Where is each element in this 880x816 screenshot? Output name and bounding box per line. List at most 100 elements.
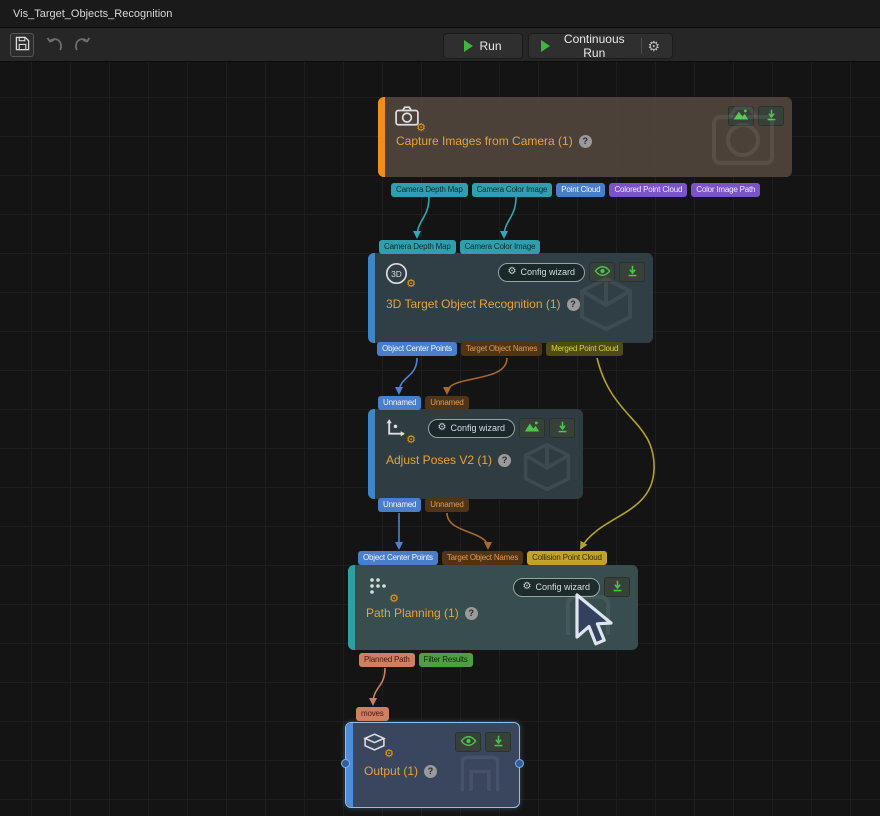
node-accent-stripe xyxy=(368,409,375,499)
gear-badge-icon: ⚙ xyxy=(406,279,416,290)
port-camera-color-image[interactable]: Camera Color Image xyxy=(472,183,553,197)
continuous-run-settings-icon[interactable]: ⚙ xyxy=(647,39,660,53)
port-merged-point-cloud[interactable]: Merged Point Cloud xyxy=(546,342,623,356)
download-button[interactable] xyxy=(758,106,784,126)
node-left-handle[interactable] xyxy=(341,759,350,768)
port-filter-results[interactable]: Filter Results xyxy=(419,653,473,667)
config-wizard-button[interactable]: ⚙ Config wizard xyxy=(428,419,516,438)
node-right-handle[interactable] xyxy=(515,759,524,768)
port-colored-point-cloud[interactable]: Colored Point Cloud xyxy=(609,183,687,197)
continuous-run-button[interactable]: Continuous Run ⚙ xyxy=(528,33,673,59)
node-output[interactable]: ⚙ Output (1) ? xyxy=(345,722,520,808)
node-title: Output (1) xyxy=(364,764,418,778)
recognition-input-ports: Camera Depth Map Camera Color Image xyxy=(379,240,540,254)
gear-badge-icon: ⚙ xyxy=(406,435,416,446)
download-icon xyxy=(492,734,505,751)
continuous-run-play-icon xyxy=(541,40,550,52)
port-object-center-points-in[interactable]: Object Center Points xyxy=(358,551,438,565)
config-wizard-button[interactable]: ⚙ Config wizard xyxy=(498,263,586,282)
config-wizard-label: Config wizard xyxy=(535,582,590,592)
config-wizard-label: Config wizard xyxy=(450,423,505,433)
node-accent-stripe xyxy=(348,565,355,650)
continuous-run-label: Continuous Run xyxy=(556,32,633,60)
window-title: Vis_Target_Objects_Recognition xyxy=(0,8,172,20)
mouse-cursor xyxy=(573,593,619,654)
port-unnamed-in-1[interactable]: Unnamed xyxy=(378,396,421,410)
port-collision-point-cloud-in[interactable]: Collision Point Cloud xyxy=(527,551,607,565)
wire-merged-point-cloud[interactable] xyxy=(581,358,654,548)
download-button[interactable] xyxy=(485,732,511,752)
wire-color-image[interactable] xyxy=(504,197,516,237)
port-point-cloud[interactable]: Point Cloud xyxy=(556,183,605,197)
config-gear-icon: ⚙ xyxy=(438,423,447,433)
gear-badge-icon: ⚙ xyxy=(389,594,399,605)
config-gear-icon: ⚙ xyxy=(508,267,517,277)
visibility-button[interactable] xyxy=(589,262,615,282)
port-unnamed-out-1[interactable]: Unnamed xyxy=(378,498,421,512)
port-target-object-names-in[interactable]: Target Object Names xyxy=(442,551,523,565)
gear-badge-icon: ⚙ xyxy=(384,749,394,760)
undo-button[interactable] xyxy=(42,33,66,57)
path-planning-output-ports: Planned Path Filter Results xyxy=(359,653,473,667)
port-object-center-points[interactable]: Object Center Points xyxy=(377,342,457,356)
port-planned-path[interactable]: Planned Path xyxy=(359,653,415,667)
node-graph-world: ⚙ Capture Images from Camera (1) ? xyxy=(0,0,880,816)
port-target-object-names[interactable]: Target Object Names xyxy=(461,342,542,356)
port-unnamed-in-2[interactable]: Unnamed xyxy=(425,396,468,410)
node-accent-stripe xyxy=(368,253,375,343)
port-unnamed-out-2[interactable]: Unnamed xyxy=(425,498,468,512)
help-badge[interactable]: ? xyxy=(465,607,478,620)
show-image-button[interactable] xyxy=(519,418,545,438)
node-title: Adjust Poses V2 (1) xyxy=(386,453,492,467)
camera-icon: ⚙ xyxy=(395,106,421,130)
save-icon xyxy=(15,36,30,54)
wire-center-points-1[interactable] xyxy=(399,358,417,393)
node-accent-stripe xyxy=(378,97,385,177)
run-button[interactable]: Run xyxy=(443,33,523,59)
output-box-icon: ⚙ xyxy=(363,732,389,756)
download-icon xyxy=(626,264,639,281)
3d-recognition-icon: 3D ⚙ xyxy=(385,262,411,286)
download-button[interactable] xyxy=(549,418,575,438)
help-badge[interactable]: ? xyxy=(424,765,437,778)
save-button[interactable] xyxy=(10,33,34,57)
gear-badge-icon: ⚙ xyxy=(416,123,426,134)
download-icon xyxy=(556,420,569,437)
redo-button[interactable] xyxy=(70,33,94,57)
wire-object-names-2[interactable] xyxy=(447,513,488,548)
adjust-input-ports: Unnamed Unnamed xyxy=(378,396,469,410)
cube-watermark-icon xyxy=(577,276,635,337)
eye-icon xyxy=(594,265,611,280)
run-play-icon xyxy=(464,40,473,52)
port-camera-color-image-in[interactable]: Camera Color Image xyxy=(460,240,541,254)
download-icon xyxy=(765,108,778,125)
undo-icon xyxy=(46,37,63,54)
node-title: Capture Images from Camera (1) xyxy=(396,134,573,148)
image-icon xyxy=(732,108,750,124)
run-label: Run xyxy=(479,39,501,53)
config-wizard-label: Config wizard xyxy=(520,267,575,277)
titlebar: Vis_Target_Objects_Recognition xyxy=(0,0,880,28)
wire-depth-map[interactable] xyxy=(417,197,429,237)
wire-object-names-1[interactable] xyxy=(447,358,507,393)
path-planning-input-ports: Object Center Points Target Object Names… xyxy=(358,551,607,565)
visibility-button[interactable] xyxy=(455,732,481,752)
help-badge[interactable]: ? xyxy=(567,298,580,311)
port-camera-depth-map-in[interactable]: Camera Depth Map xyxy=(379,240,456,254)
show-image-button[interactable] xyxy=(728,106,754,126)
node-3d-target-object-recognition[interactable]: 3D ⚙ 3D Target Object Recognition (1) ? … xyxy=(368,253,653,343)
node-capture-images[interactable]: ⚙ Capture Images from Camera (1) ? xyxy=(378,97,792,177)
eye-icon xyxy=(460,735,477,750)
output-input-ports: moves xyxy=(356,707,389,721)
help-badge[interactable]: ? xyxy=(498,454,511,467)
redo-icon xyxy=(74,37,91,54)
output-watermark-icon xyxy=(455,752,505,803)
download-button[interactable] xyxy=(619,262,645,282)
port-camera-depth-map[interactable]: Camera Depth Map xyxy=(391,183,468,197)
node-adjust-poses-v2[interactable]: ⚙ Adjust Poses V2 (1) ? ⚙ Config wizard xyxy=(368,409,583,499)
wire-planned-path[interactable] xyxy=(373,668,385,704)
adjust-poses-icon: ⚙ xyxy=(385,418,411,442)
port-moves-in[interactable]: moves xyxy=(356,707,389,721)
help-badge[interactable]: ? xyxy=(579,135,592,148)
port-color-image-path[interactable]: Color Image Path xyxy=(691,183,760,197)
